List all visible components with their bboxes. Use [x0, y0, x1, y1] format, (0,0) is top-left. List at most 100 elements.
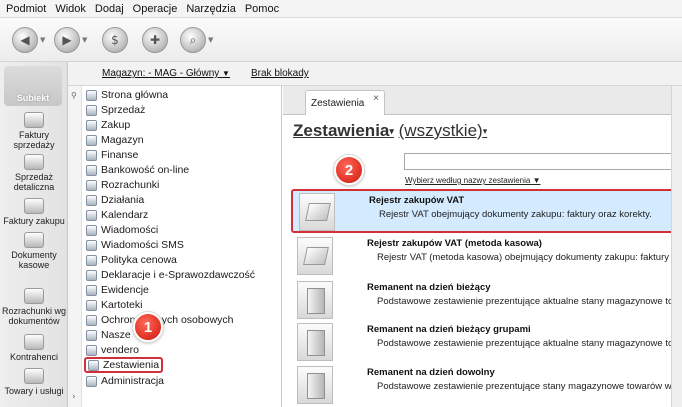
reports-icon [88, 359, 99, 371]
chevron-down-icon: ▼ [40, 36, 46, 44]
forward-button[interactable]: ▶ ▼ [54, 26, 87, 54]
report-description: Podstawowe zestawienie prezentujące aktu… [377, 296, 681, 307]
chevron-down-icon: ▼ [222, 69, 230, 78]
payment-button[interactable]: $ [102, 26, 128, 54]
filter-dropdown[interactable]: (wszystkie)▾ [399, 121, 488, 140]
step-badge-1: 1 [133, 312, 163, 342]
tab-zestawienia[interactable]: Zestawienia × [305, 90, 385, 115]
tree-item-zestawienia[interactable]: Zestawienia [84, 357, 164, 373]
tree-item-finanse[interactable]: Finanse [86, 148, 138, 162]
step-badge-2: 2 [334, 155, 364, 185]
chevron-down-icon: ▼ [532, 176, 541, 185]
toolbar: ◀ ▼ ▶ ▼ $ ✚ ⌕ ▼ [0, 18, 682, 62]
server-box-icon [307, 330, 325, 356]
tree-item-zakup[interactable]: Zakup [86, 118, 130, 132]
tree-item-sprzedaz[interactable]: Sprzedaż [86, 103, 145, 117]
report-row-remanent-grupami[interactable]: Remanent na dzień bieżący grupami Podsta… [291, 320, 682, 364]
files-icon [86, 299, 97, 311]
pin-icon[interactable]: ⚲ [71, 91, 77, 100]
report-row-remanent-dowolny[interactable]: Remanent na dzień dowolny Podstawowe zes… [291, 363, 682, 407]
vertical-scrollbar[interactable] [671, 86, 682, 407]
search-input[interactable] [404, 153, 682, 170]
nav-dokumenty-kasowe[interactable]: Dokumenty kasowe [0, 232, 68, 270]
tree-item-nasze[interactable]: Nasze [86, 328, 131, 342]
report-row-rejestr-kasowa[interactable]: Rejestr zakupów VAT (metoda kasowa) Reje… [291, 234, 682, 278]
menu-pomoc[interactable]: Pomoc [245, 3, 279, 15]
tree-item-bankowosc[interactable]: Bankowość on-line [86, 163, 189, 177]
papers-icon [303, 247, 329, 265]
report-description: Rejestr VAT (metoda kasowa) obejmujący d… [377, 252, 682, 263]
menu-operacje[interactable]: Operacje [133, 3, 178, 15]
app-logo: Subiekt [4, 66, 62, 106]
report-title: Rejestr zakupów VAT (metoda kasowa) [367, 238, 542, 249]
tree-gutter: ⚲ › [68, 86, 82, 407]
chevron-down-icon: ▾ [482, 126, 488, 137]
tree-item-strona-glowna[interactable]: Strona główna [86, 88, 168, 102]
tree-item-polityka-cenowa[interactable]: Polityka cenowa [86, 253, 177, 267]
reports-dropdown[interactable]: Zestawienia▾ [293, 121, 394, 140]
warehouse-bar: Magazyn: - MAG - Główny ▼ Brak blokady [68, 62, 682, 86]
page-title: Zestawienia▾ (wszystkie)▾ [293, 121, 487, 141]
reports-panel: Zestawienia × Zestawienia▾ (wszystkie)▾ … [283, 86, 682, 407]
gift-button[interactable]: ✚ [142, 26, 168, 54]
nav-kontrahenci[interactable]: Kontrahenci [0, 334, 68, 362]
search-button[interactable]: ⌕ ▼ [180, 26, 213, 54]
close-icon[interactable]: × [373, 93, 379, 104]
report-thumbnail [297, 237, 333, 275]
tree-item-dzialania[interactable]: Działania [86, 193, 144, 207]
back-icon: ◀ [12, 27, 38, 53]
report-row-rejestr-zakupow-vat[interactable]: Rejestr zakupów VAT Rejestr VAT obejmują… [291, 189, 681, 233]
report-row-remanent-biezacy[interactable]: Remanent na dzień bieżący Podstawowe zes… [291, 278, 682, 322]
gift-icon: ✚ [142, 27, 168, 53]
warehouse-selector[interactable]: Magazyn: - MAG - Główny ▼ [102, 68, 230, 79]
tree-item-magazyn[interactable]: Magazyn [86, 133, 144, 147]
search-icon: ⌕ [180, 27, 206, 53]
purchase-icon [86, 119, 97, 131]
report-title: Remanent na dzień bieżący grupami [367, 324, 531, 335]
expand-icon[interactable]: › [72, 392, 76, 402]
menu-dodaj[interactable]: Dodaj [95, 3, 124, 15]
menu-podmiot[interactable]: Podmiot [6, 3, 46, 15]
nav-sprzedaz-detaliczna[interactable]: Sprzedaż detaliczna [0, 154, 68, 192]
search-mode-selector[interactable]: Wybierz według nazwy zestawienia ▼ [405, 176, 540, 185]
nav-towary-i-uslugi[interactable]: Towary i usługi [0, 368, 68, 396]
server-box-icon [307, 373, 325, 399]
lock-status-link[interactable]: Brak blokady [251, 68, 309, 79]
ours-icon [86, 329, 97, 341]
data-protection-icon [86, 314, 97, 326]
papers-icon [305, 203, 331, 221]
admin-icon [86, 375, 97, 387]
settlements-icon [86, 179, 97, 191]
contractors-icon [24, 334, 44, 350]
left-navigation: Subiekt Faktury sprzedaży Sprzedaż detal… [0, 62, 68, 407]
calendar-icon [86, 209, 97, 221]
report-thumbnail [299, 193, 335, 231]
tree-item-wiadomosci-sms[interactable]: Wiadomości SMS [86, 238, 184, 252]
tree-item-rozrachunki[interactable]: Rozrachunki [86, 178, 159, 192]
report-title: Remanent na dzień dowolny [367, 367, 495, 378]
tree-item-administracja[interactable]: Administracja [86, 374, 164, 388]
menu-narzedzia[interactable]: Narzędzia [186, 3, 236, 15]
nav-faktury-zakupu[interactable]: Faktury zakupu [0, 198, 68, 226]
tree-item-vendero[interactable]: vendero [86, 343, 139, 357]
tree-item-kartoteki[interactable]: Kartoteki [86, 298, 142, 312]
vendero-icon [86, 344, 97, 356]
nav-rozrachunki[interactable]: Rozrachunki wg dokumentów [0, 288, 68, 326]
purchase-invoice-icon [24, 198, 44, 214]
warehouse-icon [86, 134, 97, 146]
tree-item-ewidencje[interactable]: Ewidencje [86, 283, 149, 297]
sales-icon [86, 104, 97, 116]
tree-item-wiadomosci[interactable]: Wiadomości [86, 223, 158, 237]
goods-icon [24, 368, 44, 384]
tree-item-deklaracje[interactable]: Deklaracje i e-Sprawozdawczość [86, 268, 255, 282]
tree-item-kalendarz[interactable]: Kalendarz [86, 208, 148, 222]
report-title: Rejestr zakupów VAT [369, 195, 465, 206]
report-thumbnail [297, 281, 333, 319]
sms-icon [86, 239, 97, 251]
chevron-down-icon: ▼ [82, 36, 88, 44]
report-thumbnail [297, 323, 333, 361]
menu-widok[interactable]: Widok [55, 3, 86, 15]
server-box-icon [307, 288, 325, 314]
nav-faktury-sprzedazy[interactable]: Faktury sprzedaży [0, 112, 68, 150]
back-button[interactable]: ◀ ▼ [12, 26, 45, 54]
